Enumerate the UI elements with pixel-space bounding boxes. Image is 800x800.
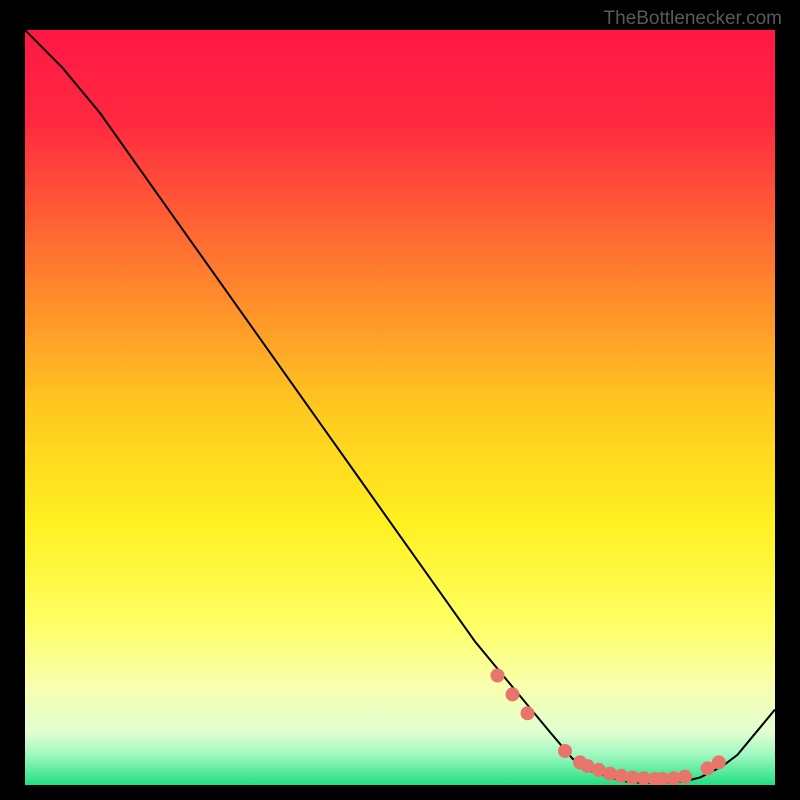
data-marker	[712, 755, 726, 769]
data-marker	[491, 669, 505, 683]
data-marker	[678, 770, 692, 784]
bottleneck-curve	[25, 30, 775, 785]
data-marker	[558, 744, 572, 758]
data-marker	[521, 706, 535, 720]
chart-area	[25, 30, 775, 785]
watermark-text: TheBottlenecker.com	[604, 8, 782, 30]
data-marker	[506, 687, 520, 701]
